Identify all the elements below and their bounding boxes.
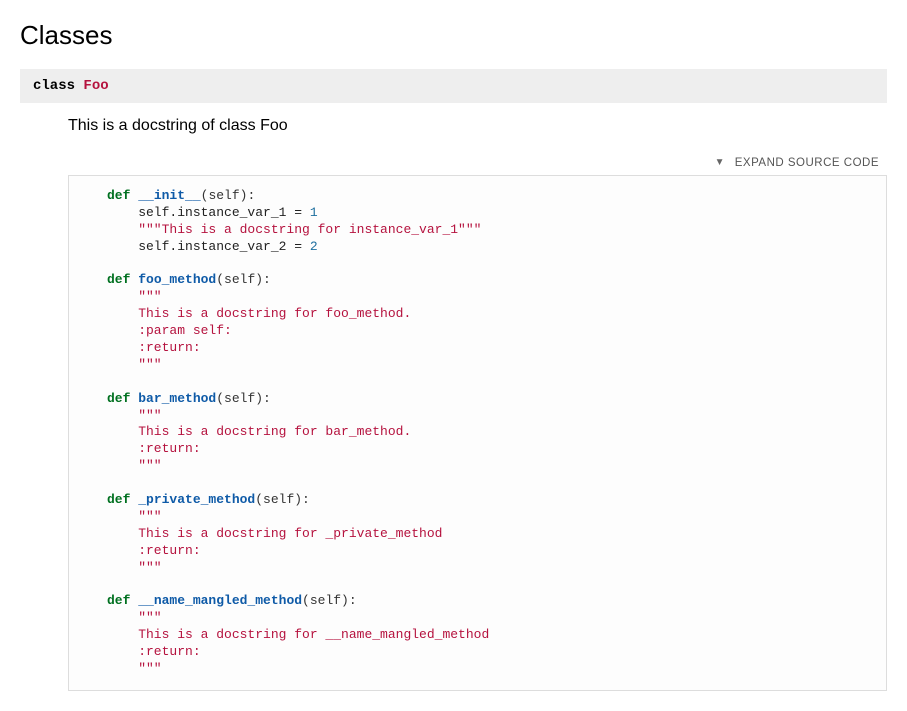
class-keyword: class: [33, 78, 75, 94]
source-code: def __init__(self): self.instance_var_1 …: [68, 175, 887, 691]
class-docstring: This is a docstring of class Foo: [68, 117, 887, 135]
class-signature: class Foo: [20, 69, 887, 103]
section-title: Classes: [20, 20, 887, 51]
class-name: Foo: [83, 78, 108, 94]
expand-source-toggle[interactable]: ▼ EXPAND SOURCE CODE: [68, 153, 887, 175]
expand-source-label: EXPAND SOURCE CODE: [735, 157, 879, 169]
chevron-down-icon: ▼: [715, 157, 725, 168]
